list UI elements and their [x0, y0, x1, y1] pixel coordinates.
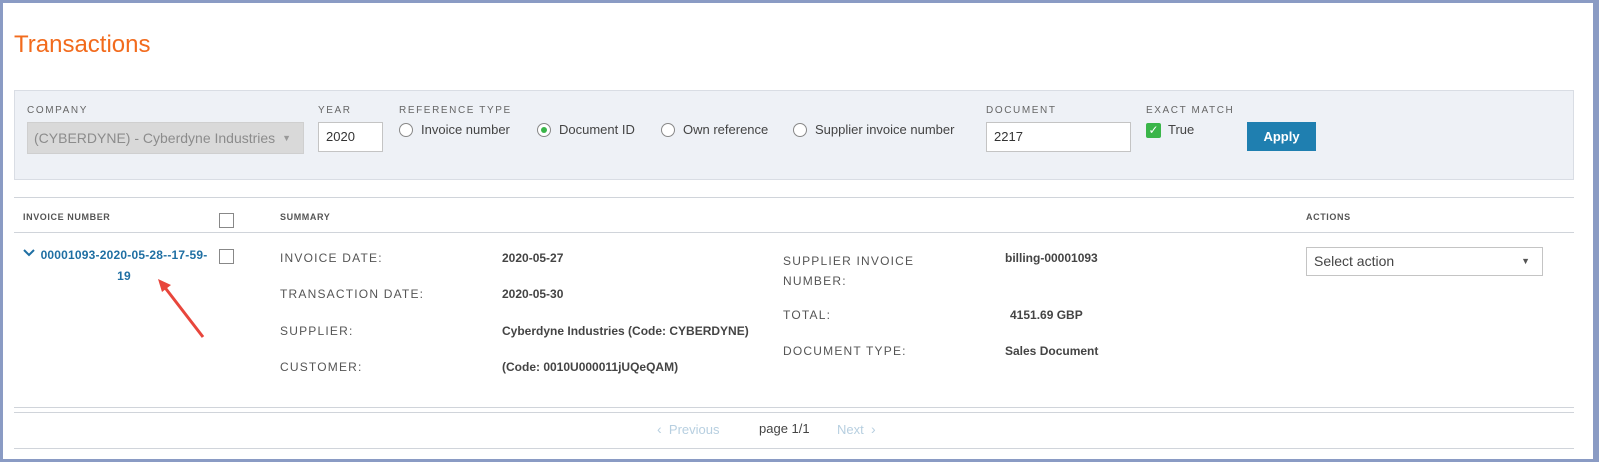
company-select[interactable]: (CYBERDYNE) - Cyberdyne Industries ▼	[27, 122, 304, 154]
document-type-value: Sales Document	[1005, 344, 1099, 358]
radio-invoice-number[interactable]: Invoice number	[399, 122, 510, 137]
page-indicator: page 1/1	[759, 421, 810, 436]
document-input[interactable]: 2217	[986, 122, 1131, 152]
customer-value: (Code: 0010U000011jUQeQAM)	[502, 360, 679, 374]
divider	[14, 412, 1574, 413]
page-title: Transactions	[14, 31, 151, 58]
filter-panel: COMPANY (CYBERDYNE) - Cyberdyne Industri…	[14, 90, 1574, 180]
supplier-key: SUPPLIER:	[280, 324, 354, 338]
supplier-invoice-number-value: billing-00001093	[1005, 251, 1098, 265]
supplier-invoice-number-key: SUPPLIER INVOICE NUMBER:	[783, 254, 915, 288]
action-select-placeholder: Select action	[1314, 253, 1395, 269]
apply-button[interactable]: Apply	[1247, 122, 1316, 151]
company-label: COMPANY	[27, 105, 89, 116]
customer-key: CUSTOMER:	[280, 360, 363, 374]
chevron-right-icon: ›	[870, 421, 876, 437]
transaction-date-value: 2020-05-30	[502, 287, 564, 301]
next-button[interactable]: Next ›	[837, 421, 876, 437]
row-checkbox[interactable]	[219, 249, 234, 264]
action-select[interactable]: Select action ▼	[1306, 247, 1543, 276]
header-invoice-number: INVOICE NUMBER	[23, 212, 111, 222]
divider	[14, 448, 1574, 449]
expand-chevron-icon[interactable]	[23, 248, 35, 260]
supplier-value: Cyberdyne Industries (Code: CYBERDYNE)	[502, 324, 749, 338]
document-label: DOCUMENT	[986, 105, 1057, 116]
radio-circle-icon	[399, 122, 413, 137]
radio-label: Invoice number	[421, 122, 510, 137]
radio-supplier-invoice-number[interactable]: Supplier invoice number	[793, 122, 954, 137]
radio-label: Document ID	[559, 122, 635, 137]
chevron-down-icon: ▼	[282, 133, 291, 143]
divider	[14, 407, 1574, 408]
reference-type-label: REFERENCE TYPE	[399, 105, 512, 116]
radio-label: Supplier invoice number	[815, 122, 955, 137]
exact-match-checkbox[interactable]: ✓	[1146, 123, 1161, 138]
year-input[interactable]: 2020	[318, 122, 383, 152]
next-label: Next	[837, 422, 864, 437]
divider	[14, 232, 1574, 233]
header-summary: SUMMARY	[280, 212, 331, 222]
header-actions: ACTIONS	[1306, 212, 1351, 222]
exact-match-value: True	[1168, 122, 1195, 137]
radio-circle-icon	[661, 122, 675, 137]
document-type-key: DOCUMENT TYPE:	[783, 344, 907, 358]
select-all-checkbox[interactable]	[219, 213, 234, 228]
radio-circle-icon	[793, 122, 807, 137]
total-key: TOTAL:	[783, 308, 832, 322]
year-label: YEAR	[318, 105, 352, 116]
exact-match-label: EXACT MATCH	[1146, 105, 1235, 116]
chevron-down-icon: ▼	[1521, 256, 1530, 266]
company-select-value: (CYBERDYNE) - Cyberdyne Industries	[34, 130, 276, 146]
radio-label: Own reference	[683, 122, 769, 137]
annotation-arrow-icon	[158, 279, 205, 338]
previous-label: Previous	[668, 422, 720, 437]
invoice-date-value: 2020-05-27	[502, 251, 564, 265]
invoice-date-key: INVOICE DATE:	[280, 251, 383, 265]
radio-document-id[interactable]: Document ID	[537, 122, 635, 137]
transactions-table: INVOICE NUMBER SUMMARY ACTIONS 00001093-…	[14, 197, 1574, 408]
chevron-left-icon: ‹	[657, 421, 662, 437]
previous-button[interactable]: ‹ Previous	[657, 421, 719, 437]
app-frame: Transactions COMPANY (CYBERDYNE) - Cyber…	[3, 3, 1593, 459]
radio-checked-icon	[537, 122, 551, 137]
radio-own-reference[interactable]: Own reference	[661, 122, 768, 137]
transaction-date-key: TRANSACTION DATE:	[280, 287, 425, 301]
total-value: 4151.69 GBP	[1010, 308, 1083, 322]
